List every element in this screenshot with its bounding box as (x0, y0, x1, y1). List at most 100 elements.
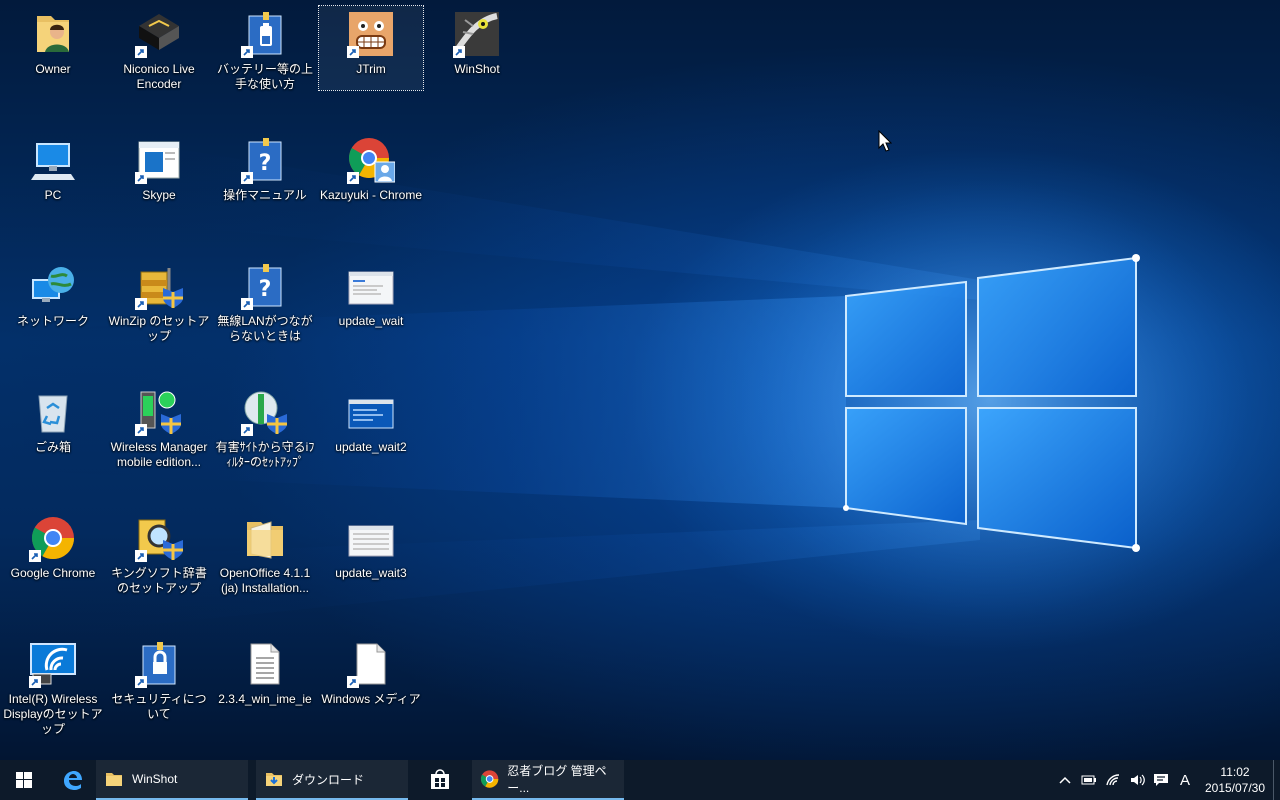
desktop-icon-label: 操作マニュアル (223, 188, 307, 202)
mouse-cursor-icon (878, 130, 892, 152)
desktop-icon-update-wait2[interactable]: update_wait2 (319, 384, 423, 468)
help-book-icon: ? (241, 136, 289, 184)
shortcut-arrow-icon (135, 298, 147, 310)
desktop-icon-label: OpenOffice 4.1.1 (ja) Installation... (219, 566, 311, 595)
taskbar-window-label: 忍者ブログ 管理ペー... (507, 764, 607, 795)
desktop-icon-windows-media[interactable]: Windows メディア (319, 636, 423, 720)
desktop-icon-win-ime-ie[interactable]: 2.3.4_win_ime_ie (213, 636, 317, 720)
desktop-icon-label: Wireless Manager mobile edition... (110, 440, 208, 469)
desktop-icon-winshot[interactable]: WinShot (425, 6, 529, 90)
desktop-icon-ifilter-setup[interactable]: 有害ｻｲﾄから守るiﾌｨﾙﾀｰのｾｯﾄｱｯﾌﾟ (213, 384, 317, 469)
edge-icon (64, 771, 82, 790)
taskbar-clock[interactable]: 11:02 2015/07/30 (1197, 764, 1273, 796)
ifilter-setup-icon (241, 388, 289, 436)
chrome-icon (29, 514, 77, 562)
desktop-icon-winzip-setup[interactable]: WinZip のセットアップ (107, 258, 211, 343)
winshot-icon (453, 10, 501, 58)
desktop-icon-label: PC (44, 188, 62, 202)
taskbar-window-label: ダウンロード (292, 772, 365, 787)
desktop-icon-label: WinShot (454, 62, 500, 76)
encoder-app-icon (135, 10, 183, 58)
chrome-profile-icon (347, 136, 396, 184)
show-hidden-icons-button[interactable] (1053, 760, 1077, 800)
desktop-icon-label: update_wait2 (335, 440, 407, 454)
shortcut-arrow-icon (29, 550, 41, 562)
taskbar-store-button[interactable] (416, 760, 464, 800)
desktop-icon-label: Kazuyuki - Chrome (319, 188, 423, 202)
shortcut-arrow-icon (135, 172, 147, 184)
taskbar-edge-button[interactable] (48, 760, 96, 800)
user-folder-icon (29, 10, 77, 58)
desktop-icon-label: 2.3.4_win_ime_ie (218, 692, 312, 706)
desktop-icon-label: Owner (35, 62, 71, 76)
skype-window-icon (135, 136, 183, 184)
folder-icon (241, 514, 289, 562)
shortcut-arrow-icon (241, 298, 253, 310)
battery-icon (1081, 775, 1096, 785)
text-file-icon (241, 640, 289, 688)
desktop-icon-update-wait[interactable]: update_wait (319, 258, 423, 342)
shortcut-arrow-icon (135, 676, 147, 688)
desktop-icon-battery-usage-guide[interactable]: バッテリー等の上手な使い方 (213, 6, 317, 91)
desktop-icon-label: キングソフト辞書のセットアップ (111, 566, 207, 595)
svg-text:?: ? (259, 277, 272, 302)
notification-icon (1154, 774, 1168, 786)
shortcut-arrow-icon (347, 46, 359, 58)
taskbar-window-ninja-blog[interactable]: 忍者ブログ 管理ペー... (472, 760, 624, 800)
clock-time: 11:02 (1220, 765, 1250, 779)
desktop-icon-wireless-lan-help[interactable]: ? 無線LANがつながらないときは (213, 258, 317, 343)
blank-file-icon (347, 640, 395, 688)
desktop-icon-update-wait3[interactable]: update_wait3 (319, 510, 423, 594)
desktop-icon-label: WinZip のセットアップ (108, 314, 210, 343)
start-button[interactable] (0, 760, 48, 800)
shortcut-arrow-icon (241, 172, 253, 184)
desktop-icon-label: Google Chrome (10, 566, 96, 580)
store-icon (431, 769, 449, 789)
wifi-tray-button[interactable] (1101, 760, 1125, 800)
shortcut-arrow-icon (135, 46, 147, 58)
desktop-icon-niconico-live-encoder[interactable]: Niconico Live Encoder (107, 6, 211, 91)
desktop-icon-kazuyuki-chrome[interactable]: Kazuyuki - Chrome (319, 132, 423, 216)
desktop-icon-kingsoft-dictionary-setup[interactable]: キングソフト辞書のセットアップ (107, 510, 211, 595)
taskbar-window-downloads[interactable]: ダウンロード (256, 760, 408, 800)
desktop-icon-skype[interactable]: Skype (107, 132, 211, 216)
ime-mode-indicator[interactable]: A (1173, 760, 1197, 800)
screenshot-thumb-icon (347, 262, 395, 310)
desktop-icon-pc[interactable]: PC (1, 132, 105, 216)
shortcut-arrow-icon (135, 424, 147, 436)
show-desktop-button[interactable] (1273, 760, 1280, 800)
shortcut-arrow-icon (347, 676, 359, 688)
desktop-icon-label: Windows メディア (321, 692, 421, 706)
desktop-icon-openoffice-installation[interactable]: OpenOffice 4.1.1 (ja) Installation... (213, 510, 317, 595)
desktop-icon-label: 無線LANがつながらないときは (217, 314, 313, 343)
desktop-icon-intel-wireless-display[interactable]: Intel(R) Wireless Displayのセットアップ (1, 636, 105, 736)
action-center-button[interactable] (1149, 760, 1173, 800)
desktop-icon-label: update_wait (338, 314, 404, 328)
taskbar: WinShot ダウンロード 忍者ブログ 管理ペー... A 11:02 201… (0, 760, 1280, 800)
desktop-icon-owner[interactable]: Owner (1, 6, 105, 90)
shortcut-arrow-icon (241, 424, 253, 436)
battery-tray-button[interactable] (1077, 760, 1101, 800)
desktop-icon-network[interactable]: ネットワーク (1, 258, 105, 342)
desktop-icon-label: バッテリー等の上手な使い方 (216, 62, 313, 91)
wireless-display-icon (29, 640, 77, 688)
chrome-icon (480, 770, 499, 788)
shortcut-arrow-icon (347, 172, 359, 184)
desktop-icon-jtrim[interactable]: JTrim (318, 5, 424, 91)
svg-text:?: ? (259, 151, 272, 176)
desktop-icon-google-chrome[interactable]: Google Chrome (1, 510, 105, 594)
desktop[interactable]: Owner PC ネットワーク ごみ箱 Google Chrome Intel(… (0, 0, 1280, 760)
volume-tray-button[interactable] (1125, 760, 1149, 800)
desktop-icon-wireless-manager[interactable]: Wireless Manager mobile edition... (107, 384, 211, 469)
taskbar-window-label: WinShot (132, 772, 178, 786)
manual-book-icon (241, 10, 289, 58)
desktop-icon-security-info[interactable]: セキュリティについて (107, 636, 211, 721)
taskbar-window-winshot[interactable]: WinShot (96, 760, 248, 800)
screenshot-thumb-icon (347, 514, 395, 562)
desktop-icon-label: セキュリティについて (111, 692, 207, 721)
desktop-icon-operation-manual[interactable]: ? 操作マニュアル (213, 132, 317, 216)
recycle-bin-icon (29, 388, 77, 436)
desktop-icon-recycle-bin[interactable]: ごみ箱 (1, 384, 105, 468)
desktop-icon-label: update_wait3 (335, 566, 407, 580)
system-tray: A 11:02 2015/07/30 (1053, 760, 1280, 800)
